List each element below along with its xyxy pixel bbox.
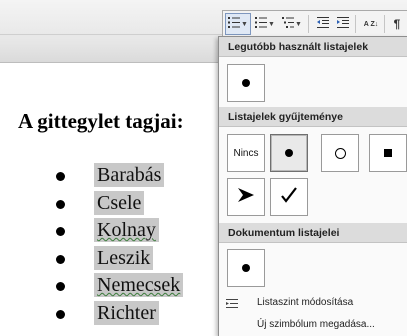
multilevel-list-button[interactable]: ▼ [279, 13, 305, 35]
decrease-indent-button[interactable] [314, 13, 332, 35]
change-list-level-item[interactable]: Listaszint módosítása [219, 293, 407, 313]
document-bullet-filled-circle[interactable] [227, 249, 265, 287]
toolbar-separator [355, 15, 356, 33]
bullet-dot-icon [56, 309, 65, 319]
hollow-circle-icon [334, 147, 346, 159]
bullet-checkmark[interactable] [270, 178, 308, 216]
bullet-filled-square[interactable] [369, 134, 407, 172]
bullet-dot-icon [56, 254, 65, 264]
list-level-icon [226, 297, 238, 317]
bullet-filled-circle[interactable] [270, 134, 308, 172]
pilcrow-icon: ¶ [393, 17, 401, 31]
bullet-dot-icon [56, 172, 65, 181]
arrowhead-icon [237, 187, 255, 208]
change-list-level-label: Listaszint módosítása [257, 297, 354, 308]
multilevel-dropdown-icon[interactable]: ▼ [295, 21, 302, 28]
bullet-dot-icon [56, 282, 65, 291]
list-item-text: Richter [94, 300, 159, 325]
define-new-bullet-item[interactable]: Új szimbólum megadása... [219, 315, 407, 335]
sort-icon: A Z↓ [363, 20, 379, 28]
toolbar-separator [384, 15, 385, 33]
increase-indent-button[interactable] [334, 13, 352, 35]
bullet-arrowhead[interactable] [227, 178, 265, 216]
list-item-text: Csele [94, 190, 145, 215]
recent-bullets-header: Legutóbb használt listajelek [219, 37, 407, 57]
list-item-text: Kolnay [94, 218, 159, 242]
bullet-dot-icon [56, 227, 65, 236]
bullet-none-label: Nincs [233, 147, 259, 159]
increase-indent-icon [337, 17, 349, 31]
checkmark-icon [281, 186, 297, 208]
recent-bullet-filled-circle[interactable] [227, 64, 265, 102]
document-heading: A gittegylet tagjai: [18, 109, 184, 133]
show-formatting-button[interactable]: ¶ [390, 13, 404, 35]
bullet-hollow-circle[interactable] [321, 134, 359, 172]
bullet-dot-icon [56, 199, 65, 209]
decrease-indent-icon [317, 17, 329, 31]
numbered-list-icon [255, 17, 268, 31]
filled-square-icon [384, 149, 392, 157]
define-new-bullet-label: Új szimbólum megadása... [257, 319, 375, 330]
bullet-none[interactable]: Nincs [227, 134, 265, 172]
sort-button[interactable]: A Z↓ [361, 13, 381, 35]
list-item-text: Leszik [94, 245, 154, 270]
ribbon-divider [0, 34, 222, 35]
filled-circle-icon [285, 149, 293, 157]
filled-circle-icon [242, 264, 250, 272]
bullet-library-menu: Legutóbb használt listajelek Listajelek … [218, 36, 407, 336]
numbering-dropdown-icon[interactable]: ▼ [268, 21, 275, 28]
toolbar-separator [308, 15, 309, 33]
numbering-button[interactable]: ▼ [253, 13, 277, 35]
bullet-library-header: Listajelek gyűjteménye [219, 107, 407, 127]
multilevel-list-icon [282, 17, 295, 31]
paragraph-toolbar: ▼ ▼ ▼ A Z↓ ¶ [222, 10, 407, 37]
bullet-list-icon [228, 17, 241, 31]
list-item-text: Barabás [94, 163, 165, 187]
document-bullets-header: Dokumentum listajelei [219, 223, 407, 243]
bullets-button[interactable]: ▼ [225, 13, 251, 35]
list-item-text: Nemecsek [94, 273, 184, 297]
bullets-dropdown-icon[interactable]: ▼ [241, 21, 248, 28]
filled-circle-icon [242, 79, 250, 87]
